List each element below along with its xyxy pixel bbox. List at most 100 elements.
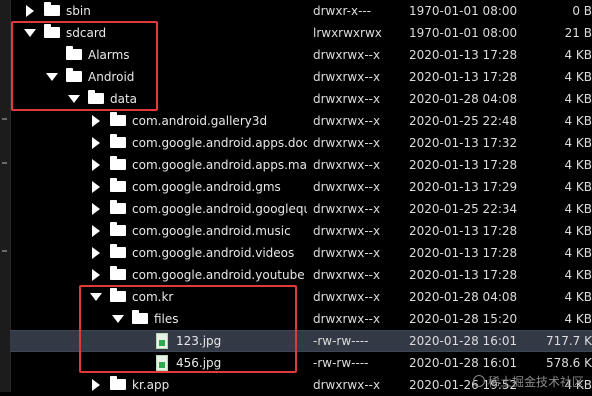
folder-icon [110,244,126,258]
folder-row[interactable]: com.google.android.gms drwxrwx--x 2020-01-… [10,176,592,198]
entry-name: com.google.android.googlequicksearchbox [132,202,307,216]
size-cell: 4 KB [564,224,592,238]
folder-icon [44,24,60,38]
name-cell: com.google.android.gms [10,176,307,198]
size-cell: 21 B [564,26,592,40]
modified-date-cell: 1970-01-01 08:00 [409,26,518,40]
entry-name: data [110,92,138,106]
chevron-right-icon[interactable] [89,154,103,176]
chevron-down-icon[interactable] [67,88,81,110]
chevron-down-icon[interactable] [45,66,59,88]
folder-row[interactable]: sdcard lrwxrwxrwx 1970-01-01 08:00 21 B [10,22,592,44]
left-pane-mark [2,250,7,252]
chevron-right-icon[interactable] [89,198,103,220]
size-cell: 4 KB [564,202,592,216]
chevron-right-icon[interactable] [89,242,103,264]
folder-row[interactable]: Alarms drwxrwx--x 2020-01-13 17:28 4 KB [10,44,592,66]
permissions-cell: drwxrwx--x [313,70,381,84]
folder-row[interactable]: sbin drwxr-x--- 1970-01-01 08:00 0 B [10,0,592,22]
folder-row[interactable]: com.google.android.music drwxrwx--x 2020-0… [10,220,592,242]
name-cell: Alarms [10,44,307,66]
folder-icon [110,288,126,302]
folder-icon [88,90,104,104]
name-cell: com.google.android.apps.maps [10,154,307,176]
modified-date-cell: 2020-01-28 04:08 [409,290,518,304]
chevron-down-icon[interactable] [111,308,125,330]
name-cell: com.google.android.apps.docs [10,132,307,154]
entry-name: com.google.android.music [132,224,291,238]
chevron-down-icon[interactable] [23,22,37,44]
folder-row[interactable]: com.google.android.googlequicksearchbox d… [10,198,592,220]
size-cell: 4 KB [564,268,592,282]
size-cell: 4 KB [564,136,592,150]
entry-name: com.google.android.videos [132,246,295,260]
modified-date-cell: 2020-01-25 22:48 [409,114,518,128]
chevron-right-icon[interactable] [89,220,103,242]
permissions-cell: drwxrwx--x [313,378,381,392]
name-cell: com.kr [10,286,307,308]
name-cell: Android [10,66,307,88]
entry-name: sbin [66,4,91,18]
folder-row[interactable]: com.android.gallery3d drwxrwx--x 2020-01-2… [10,110,592,132]
size-cell: 717.7 K [545,334,592,348]
name-cell: sbin [10,0,307,22]
size-cell: 0 B [572,4,592,18]
size-cell: 4 KB [564,114,592,128]
permissions-cell: drwxrwx--x [313,158,381,172]
name-cell: com.android.gallery3d [10,110,307,132]
folder-row[interactable]: com.google.android.apps.docs drwxrwx--x 20… [10,132,592,154]
modified-date-cell: 1970-01-01 08:00 [409,4,518,18]
chevron-right-icon[interactable] [89,374,103,396]
permissions-cell: drwxrwx--x [313,92,381,106]
chevron-down-icon[interactable] [89,286,103,308]
folder-row[interactable]: data drwxrwx--x 2020-01-28 04:08 4 KB [10,88,592,110]
entry-name: Alarms [88,48,130,62]
folder-row[interactable]: files drwxrwx--x 2020-01-28 15:20 4 KB [10,308,592,330]
folder-icon [132,310,148,324]
folder-icon [110,200,126,214]
modified-date-cell: 2020-01-28 15:20 [409,312,518,326]
folder-icon [44,2,60,16]
folder-icon [110,376,126,390]
folder-row[interactable]: com.google.android.videos drwxrwx--x 2020-… [10,242,592,264]
name-cell: sdcard [10,22,307,44]
size-cell: 4 KB [564,312,592,326]
folder-icon [66,46,82,60]
entry-name: com.google.android.apps.docs [132,136,307,150]
entry-name: Android [88,70,135,84]
modified-date-cell: 2020-01-28 16:01 [409,334,518,348]
permissions-cell: drwxrwx--x [313,48,381,62]
watermark: 稀土掘金技术社区 [472,373,584,390]
chevron-right-icon[interactable] [89,264,103,286]
file-row[interactable]: 123.jpg -rw-rw---- 2020-01-28 16:01 717.7 K [10,330,592,352]
file-row[interactable]: 456.jpg -rw-rw---- 2020-01-28 16:01 578.6 K [10,352,592,374]
size-cell: 4 KB [564,180,592,194]
folder-row[interactable]: Android drwxrwx--x 2020-01-13 17:28 4 KB [10,66,592,88]
folder-row[interactable]: com.kr drwxrwx--x 2020-01-28 04:08 4 KB [10,286,592,308]
image-file-icon [156,355,168,371]
permissions-cell: drwxrwx--x [313,136,381,150]
file-tree: sbin drwxr-x--- 1970-01-01 08:00 0 B sdcard l… [10,0,592,396]
folder-icon [110,266,126,280]
modified-date-cell: 2020-01-13 17:28 [409,246,518,260]
folder-row[interactable]: com.google.android.apps.maps drwxrwx--x 20… [10,154,592,176]
left-pane-mark [2,118,7,120]
entry-name: 456.jpg [176,356,222,370]
chevron-right-icon[interactable] [23,0,37,22]
chevron-right-icon[interactable] [89,176,103,198]
modified-date-cell: 2020-01-28 16:01 [409,356,518,370]
permissions-cell: drwxrwx--x [313,202,381,216]
chevron-right-icon[interactable] [89,110,103,132]
permissions-cell: drwxrwx--x [313,290,381,304]
modified-date-cell: 2020-01-13 17:28 [409,268,518,282]
modified-date-cell: 2020-01-25 22:34 [409,202,518,216]
permissions-cell: -rw-rw---- [313,334,369,348]
folder-row[interactable]: com.google.android.youtube drwxrwx--x 2020… [10,264,592,286]
folder-icon [110,134,126,148]
chevron-right-icon[interactable] [89,132,103,154]
entry-name: com.google.android.apps.maps [132,158,307,172]
permissions-cell: lrwxrwxrwx [313,26,382,40]
permissions-cell: drwxr-x--- [313,4,372,18]
modified-date-cell: 2020-01-13 17:28 [409,224,518,238]
name-cell: 456.jpg [10,352,307,374]
